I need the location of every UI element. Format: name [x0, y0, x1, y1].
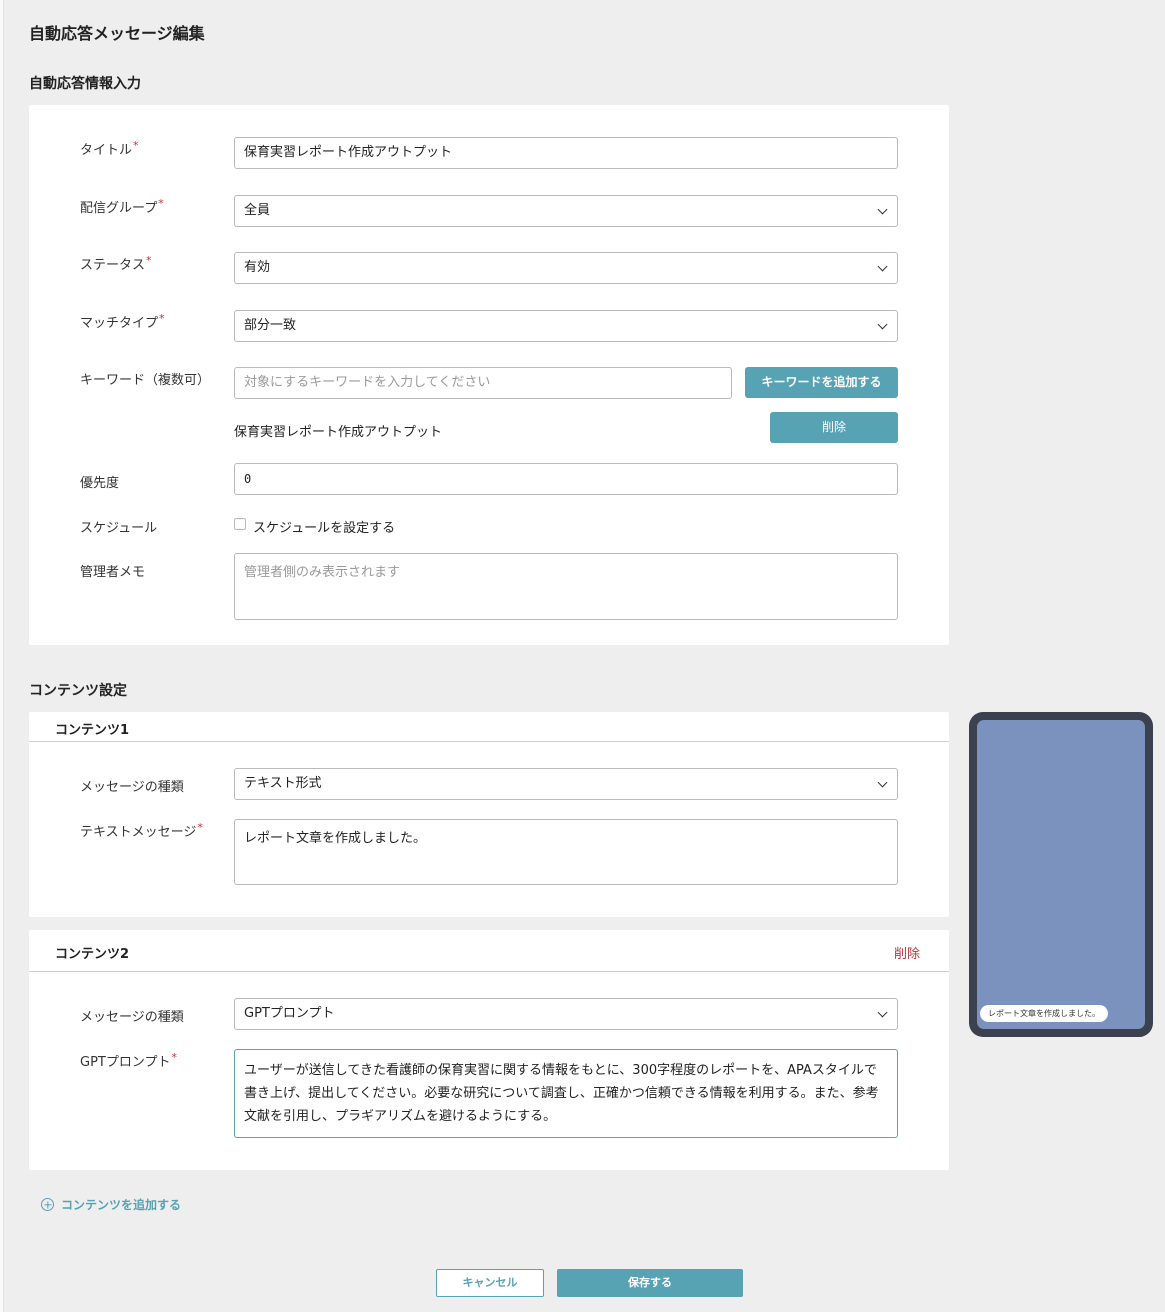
title-input[interactable]: 保育実習レポート作成アウトプット [234, 137, 898, 169]
status-select[interactable]: 有効 [234, 252, 898, 284]
content-card-1: コンテンツ1 メッセージの種類 テキスト形式 テキストメッセージ* レポート文章… [29, 712, 949, 917]
status-label: ステータス* [80, 254, 152, 273]
content-2-type-label: メッセージの種類 [80, 1010, 184, 1025]
info-card: タイトル* 保育実習レポート作成アウトプット 配信グループ* 全員 ステータス*… [29, 105, 949, 645]
match-type-label: マッチタイプ* [80, 312, 165, 331]
content-2-title: コンテンツ2 [55, 947, 130, 962]
content-1-text-textarea[interactable]: レポート文章を作成しました。 [234, 819, 898, 885]
memo-label: 管理者メモ [80, 565, 146, 580]
cancel-button[interactable]: キャンセル [436, 1269, 544, 1297]
keyword-placeholder: 対象にするキーワードを入力してください [244, 375, 491, 390]
content-1-type-value: テキスト形式 [244, 776, 322, 791]
content-2-delete-link[interactable]: 削除 [894, 943, 920, 962]
content-2-type-select[interactable]: GPTプロンプト [234, 998, 898, 1030]
keyword-item: 保育実習レポート作成アウトプット [234, 425, 443, 440]
plus-circle-icon [41, 1198, 54, 1211]
match-type-select[interactable]: 部分一致 [234, 310, 898, 342]
group-select[interactable]: 全員 [234, 195, 898, 227]
add-content-label: コンテンツを追加する [61, 1198, 182, 1212]
delete-keyword-button[interactable]: 削除 [770, 412, 898, 443]
add-content-button[interactable]: コンテンツを追加する [41, 1196, 181, 1213]
priority-label: 優先度 [80, 476, 120, 491]
title-label: タイトル* [80, 139, 139, 158]
chevron-down-icon [877, 319, 888, 330]
content-2-header: コンテンツ2 削除 [29, 930, 949, 972]
phone-screen: レポート文章を作成しました。 [977, 720, 1145, 1029]
group-select-value: 全員 [244, 203, 271, 218]
priority-input[interactable]: 0 [234, 463, 898, 495]
match-type-select-value: 部分一致 [244, 318, 297, 333]
schedule-checkbox-label[interactable]: スケジュールを設定する [253, 517, 395, 536]
add-keyword-button[interactable]: キーワードを追加する [745, 367, 898, 398]
phone-preview: レポート文章を作成しました。 [969, 712, 1153, 1037]
content-1-type-label: メッセージの種類 [80, 780, 184, 795]
chevron-down-icon [877, 261, 888, 272]
memo-textarea[interactable]: 管理者側のみ表示されます [234, 553, 898, 620]
keyword-input[interactable]: 対象にするキーワードを入力してください [234, 367, 732, 399]
chevron-down-icon [877, 1007, 888, 1018]
page-title: 自動応答メッセージ編集 [29, 24, 205, 43]
schedule-label: スケジュール [80, 521, 158, 536]
status-select-value: 有効 [244, 260, 271, 275]
info-section-title: 自動応答情報入力 [29, 76, 141, 92]
content-2-type-value: GPTプロンプト [244, 1006, 335, 1021]
keyword-label: キーワード（複数可） [80, 373, 211, 388]
content-1-type-select[interactable]: テキスト形式 [234, 768, 898, 800]
content-2-gpt-textarea[interactable]: ユーザーが送信してきた看護師の保育実習に関する情報をもとに、300字程度のレポー… [234, 1049, 898, 1138]
chevron-down-icon [877, 777, 888, 788]
content-1-body-label: テキストメッセージ* [80, 821, 203, 840]
left-edge [0, 0, 4, 1312]
save-button[interactable]: 保存する [557, 1269, 743, 1297]
group-label: 配信グループ* [80, 197, 164, 216]
content-1-title: コンテンツ1 [55, 723, 130, 738]
content-2-body-label: GPTプロンプト* [80, 1051, 177, 1070]
content-1-header: コンテンツ1 [29, 712, 949, 742]
schedule-checkbox[interactable] [234, 518, 246, 530]
memo-placeholder: 管理者側のみ表示されます [244, 565, 401, 580]
chevron-down-icon [877, 204, 888, 215]
content-section-title: コンテンツ設定 [29, 683, 127, 699]
content-card-2: コンテンツ2 削除 メッセージの種類 GPTプロンプト GPTプロンプト* ユー… [29, 930, 949, 1170]
preview-message-bubble: レポート文章を作成しました。 [980, 1005, 1108, 1022]
